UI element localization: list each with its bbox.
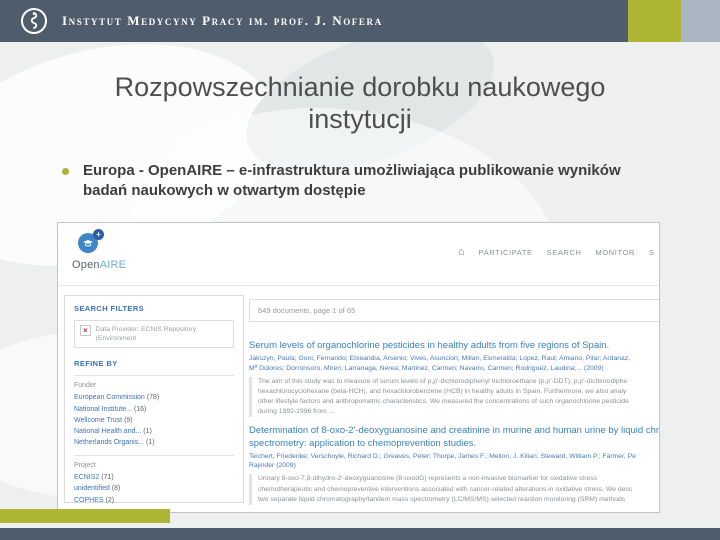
accent-square-olive — [628, 0, 681, 42]
site-nav: ⌂ PARTICIPATE SEARCH MONITOR S — [458, 247, 655, 258]
filter-link-label[interactable]: Netherlands Organis... — [74, 439, 144, 446]
accent-square-gray — [681, 0, 720, 42]
institute-header-bar: Instytut Medycyny Pracy im. prof. J. Nof… — [0, 0, 628, 42]
slide-title-line2: instytucji — [308, 103, 412, 134]
openaire-wordmark: OpenAIRE — [72, 259, 126, 271]
nav-clipped[interactable]: S — [649, 248, 655, 257]
filter-link[interactable]: unidentified (8) — [74, 483, 234, 494]
filter-count: (16) — [133, 405, 147, 413]
openaire-screenshot: + OpenAIRE ⌂ PARTICIPATE SEARCH MONITOR … — [57, 222, 660, 513]
filter-link[interactable]: Netherlands Organis... (1) — [74, 437, 234, 448]
serpent-staff-icon — [30, 12, 38, 29]
institute-name: Instytut Medycyny Pracy im. prof. J. Nof… — [62, 13, 383, 28]
remove-filter-icon[interactable]: × — [80, 325, 91, 336]
abstract-line: during 1992-1996 from ... — [258, 408, 335, 416]
filter-link-label[interactable]: National Health and... — [74, 428, 141, 435]
bottom-bar — [0, 528, 720, 540]
divider — [74, 455, 234, 457]
results-summary: 649 documents, page 1 of 65 — [249, 299, 659, 322]
filter-link-label[interactable]: European Commission — [74, 394, 145, 401]
filter-link-label[interactable]: unidentified — [74, 485, 110, 492]
filter-link-label[interactable]: ECNIS2 — [74, 474, 99, 481]
abstract-line: The aim of this study was to measure of … — [258, 377, 628, 385]
filter-link[interactable]: National Institute... (16) — [74, 404, 234, 415]
results-column: 649 documents, page 1 of 65 Serum levels… — [249, 293, 660, 506]
title-line: Determination of 8-oxo-2'-deoxyguanosine… — [249, 425, 660, 437]
institute-logo-icon — [21, 8, 47, 34]
filter-chip-label: Data Provider: ECNIS Repository (Environ… — [95, 326, 197, 343]
filter-count: (2) — [105, 496, 115, 504]
graduation-cap-icon — [83, 240, 93, 247]
divider — [74, 375, 234, 377]
filter-group-project: Project — [74, 462, 96, 470]
filter-link[interactable]: European Commission (78) — [74, 392, 234, 403]
openaire-site-header: + OpenAIRE ⌂ PARTICIPATE SEARCH MONITOR … — [58, 223, 659, 286]
abstract-line: other lifestyle factors and anthropometr… — [258, 398, 629, 406]
abstract-line: chemotherapeutic and chemopreventive int… — [258, 485, 633, 493]
abstract-line: hexachlorocyclohexane (beta-HCH), and he… — [258, 387, 627, 395]
slide-title-line1: Rozpowszechnianie dorobku naukowego — [114, 72, 606, 102]
filter-link[interactable]: ECNIS2 (71) — [74, 472, 234, 483]
filter-link[interactable]: COPHES (2) — [74, 495, 234, 506]
result-title[interactable]: Serum levels of organochlorine pesticide… — [249, 340, 659, 352]
result-item: Determination of 8-oxo-2'-deoxyguanosine… — [249, 425, 660, 506]
filter-chip: × Data Provider: ECNIS Repository (Envir… — [74, 320, 234, 349]
result-authors: Jakszyn, Paula; Goni, Fernando; Etxeandi… — [249, 354, 659, 372]
nav-participate[interactable]: PARTICIPATE — [479, 248, 533, 257]
openaire-plus-badge: + — [93, 229, 104, 240]
filter-count: (1) — [146, 439, 155, 447]
bullet-marker — [62, 168, 69, 175]
bullet-text: Europa - OpenAIRE – e-infrastruktura umo… — [83, 162, 621, 200]
authors-line: Jakszyn, Paula; Goni, Fernando; Etxeandi… — [249, 355, 631, 363]
filter-count: (1) — [143, 427, 152, 435]
filter-link[interactable]: Wellcome Trust (9) — [74, 415, 234, 426]
title-line: spectrometry: application to chemopreven… — [249, 437, 477, 449]
filter-count: (9) — [124, 416, 133, 424]
nav-search[interactable]: SEARCH — [547, 248, 582, 257]
result-authors: Teichert, Friederike; Verschoyle, Richar… — [249, 452, 659, 470]
authors-line: Mª Dolores; Dorronsoro, Miren; Larranaga… — [249, 364, 604, 372]
slide-title: Rozpowszechnianie dorobku naukowego inst… — [40, 72, 680, 136]
abstract-line: Urinary 8-oxo-7,8-dihydro-2'-deoxyguanos… — [258, 475, 598, 483]
search-filters-panel: SEARCH FILTERS × Data Provider: ECNIS Re… — [64, 295, 244, 506]
wordmark-aire: AIRE — [99, 259, 127, 271]
filter-group-funder: Funder — [74, 382, 97, 390]
authors-line: Teichert, Friederike; Verschoyle, Richar… — [249, 453, 636, 461]
filter-link-label[interactable]: Wellcome Trust — [74, 417, 122, 424]
filter-link[interactable]: National Health and... (1) — [74, 426, 234, 437]
filter-link-label[interactable]: COPHES — [74, 497, 104, 504]
refine-by-heading: REFINE BY — [74, 359, 118, 369]
wordmark-open: Open — [72, 259, 100, 271]
search-filters-heading: SEARCH FILTERS — [74, 304, 145, 313]
filter-count: (78) — [146, 394, 160, 402]
result-title[interactable]: Determination of 8-oxo-2'-deoxyguanosine… — [249, 425, 660, 450]
filter-link-label[interactable]: National Institute... — [74, 406, 132, 413]
bullet-item: Europa - OpenAIRE – e-infrastruktura umo… — [62, 161, 637, 202]
result-item: Serum levels of organochlorine pesticide… — [249, 340, 659, 418]
openaire-logo[interactable]: + OpenAIRE — [72, 229, 132, 277]
filter-count: (71) — [101, 474, 114, 482]
abstract-line: two separate liquid chromatography/tande… — [258, 495, 626, 503]
nav-monitor[interactable]: MONITOR — [596, 248, 635, 257]
result-abstract: The aim of this study was to measure of … — [249, 376, 659, 418]
authors-line: Rajinder (2009) — [249, 462, 296, 470]
bottom-accent-olive — [0, 509, 170, 523]
filter-count: (8) — [111, 485, 121, 493]
home-icon[interactable]: ⌂ — [458, 247, 465, 258]
result-abstract: Urinary 8-oxo-7,8-dihydro-2'-deoxyguanos… — [249, 474, 659, 506]
presentation-slide: Instytut Medycyny Pracy im. prof. J. Nof… — [0, 0, 720, 540]
